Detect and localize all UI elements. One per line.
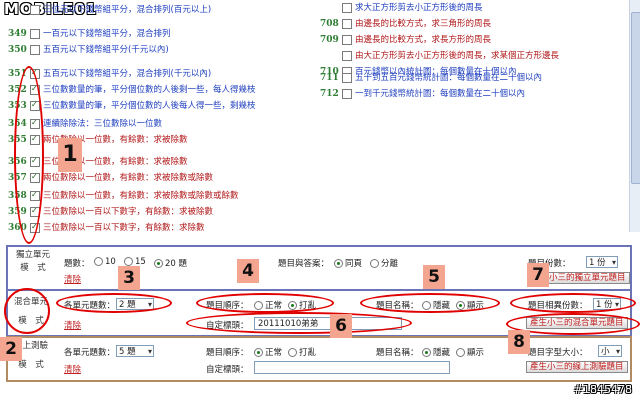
radio-icon [370, 259, 379, 268]
topic-label: 五十到五百元錢幣統計圖：每個數量在二十個以內 [355, 73, 543, 83]
annotation-badge-8: 8 [508, 330, 530, 354]
topic-row[interactable]: 三位元以下錢幣組平分，混合排列(百元以上) [8, 4, 211, 16]
topic-label: 兩位數除以一位數，有餘數：求被除數或除數 [43, 173, 214, 183]
topic-row[interactable]: 求大正方形剪去小正方形後的周長 [320, 2, 483, 14]
topic-row[interactable]: 349 一百元以下錢幣組平分，混合排列 [8, 28, 171, 40]
order-normal[interactable]: 正常 [254, 346, 282, 358]
topic-row[interactable]: 353三位數數量的筆，平分個位數的人後每人得一些，剩幾枝 [8, 99, 256, 112]
image-id-watermark: #1845478 [573, 383, 632, 396]
annotation-badge-1: 1 [58, 138, 82, 172]
topic-label: 三位數除以一百以下數字，有餘數：求被除數 [43, 207, 214, 217]
topic-label: 由邊長的比較方式，求三角形的周長 [355, 19, 492, 29]
annotation-badge-2: 2 [0, 337, 22, 361]
annotation-badge-6: 6 [330, 314, 352, 338]
annotation-ellipse-mixed-mode [4, 288, 50, 334]
topic-number: 711 [320, 73, 339, 83]
clear-link[interactable]: 清除 [64, 319, 81, 331]
topic-label: 三位數數量的筆，平分個位數的人後剩一些，每人得幾枝 [43, 85, 256, 95]
answer-layout-same-page[interactable]: 同頁 [334, 257, 362, 269]
topic-row[interactable]: 350 五百元以下錢幣組平分(千元以內) [8, 44, 169, 56]
font-size-label: 題目字型大小： [528, 348, 588, 358]
topic-label: 由邊長的比較方式，求長方形的周長 [355, 35, 492, 45]
question-count-option-20[interactable]: 20 題 [154, 257, 187, 269]
topic-number: 708 [320, 19, 339, 29]
topic-row[interactable]: 709 由邊長的比較方式，求長方形的周長 [320, 34, 491, 46]
topic-row[interactable]: 352三位數數量的筆，平分個位數的人後剩一些，每人得幾枝 [8, 83, 256, 96]
checkbox[interactable] [342, 18, 352, 29]
checkbox[interactable] [30, 4, 40, 15]
order-label: 題目順序： [206, 348, 249, 358]
topic-label: 三位元以下錢幣組平分，混合排列(百元以上) [43, 5, 212, 15]
question-count-label: 題數： [64, 259, 90, 269]
clear-link[interactable]: 清除 [64, 363, 81, 375]
topic-label: 五百元以下錢幣組平分，混合排列(千元以內) [43, 69, 212, 79]
checkbox[interactable] [30, 28, 40, 39]
radio-icon [94, 257, 103, 266]
annotation-ellipse-unit-count [56, 293, 172, 313]
independent-unit-label: 獨立單元 模 式 [12, 249, 54, 275]
annotation-badge-4: 4 [237, 259, 259, 283]
radio-selected-icon [254, 348, 263, 357]
topic-label: 三位數除以一位數，有餘數：求被除數或除數或餘數 [43, 191, 239, 201]
unit-count-select[interactable]: 5 題 [116, 345, 154, 358]
answer-layout-separate[interactable]: 分離 [370, 257, 398, 269]
radio-icon [456, 348, 465, 357]
font-size-select[interactable]: 小 [598, 345, 622, 358]
title-name-label: 題目名稱： [376, 348, 419, 358]
checkbox[interactable] [30, 44, 40, 55]
annotation-ellipse-copies [510, 293, 636, 313]
topic-label: 三位數數量的筆，平分個位數的人後每人得一些，剩幾枝 [43, 101, 256, 111]
title-name-show[interactable]: 顯示 [456, 346, 484, 358]
topic-row[interactable]: 708 由邊長的比較方式，求三角形的周長 [320, 18, 491, 30]
topic-number: 709 [320, 35, 339, 45]
annotation-ellipse-custom-header [186, 312, 412, 334]
topic-label: 連續除除法：三位數除以一位數 [43, 119, 163, 129]
annotation-badge-3: 3 [118, 266, 140, 290]
unit-count-label: 各單元題數： [64, 348, 116, 358]
checkbox[interactable] [342, 50, 352, 61]
topic-row[interactable]: 351五百元以下錢幣組平分，混合排列(千元以內) [8, 67, 212, 80]
answer-layout-label: 題目與答案： [278, 259, 330, 269]
topic-label: 求大正方形剪去小正方形後的周長 [355, 3, 483, 13]
custom-header-input[interactable] [254, 361, 450, 374]
radio-icon [288, 348, 297, 357]
topic-row[interactable]: 由大正方形剪去小正方形後的周長，求某個正方形邊長 [320, 50, 559, 62]
order-shuffle[interactable]: 打亂 [288, 346, 316, 358]
mode-label-line1: 獨立單元 [15, 250, 50, 260]
checkbox[interactable] [342, 72, 352, 83]
topic-label: 五百元以下錢幣組平分(千元以內) [43, 45, 169, 55]
topic-label: 一到千元錢幣統計圖：每個數量在二十個以內 [355, 89, 526, 99]
vertical-scrollbar[interactable] [629, 0, 640, 232]
clear-link[interactable]: 清除 [64, 273, 81, 285]
annotation-ellipse-order [196, 293, 334, 313]
copies-select[interactable]: 1 份 [586, 256, 618, 269]
annotation-ellipse-title-name [360, 293, 500, 313]
radio-selected-icon [334, 259, 343, 268]
checkbox[interactable] [342, 2, 352, 13]
topic-number: 350 [8, 45, 27, 55]
scrollbar-thumb[interactable] [631, 12, 640, 184]
generate-online-button[interactable]: 產生小三的線上測驗題目 [526, 361, 628, 373]
annotation-ellipse-checked-items [14, 66, 44, 244]
radio-selected-icon [154, 259, 163, 268]
topic-row[interactable]: 712 一到千元錢幣統計圖：每個數量在二十個以內 [320, 88, 525, 100]
checkbox[interactable] [342, 88, 352, 99]
question-count-option-10[interactable]: 10 [94, 257, 116, 267]
topic-label: 一百元以下錢幣組平分，混合排列 [43, 29, 171, 39]
custom-header-label: 自定標頭： [206, 365, 249, 375]
topic-number: 712 [320, 89, 339, 99]
annotation-badge-5: 5 [423, 265, 445, 289]
mode-label-line2: 模 式 [20, 263, 46, 273]
radio-icon [124, 257, 133, 266]
topic-label: 由大正方形剪去小正方形後的周長，求某個正方形邊長 [355, 51, 560, 61]
topic-number: 349 [8, 29, 27, 39]
online-test-panel: 線上測驗 模 式 各單元題數： 5 題 題目順序： 正常 打亂 題目名稱： 隱藏… [6, 336, 632, 382]
title-name-hide[interactable]: 隱藏 [422, 346, 450, 358]
topic-row[interactable]: 711 五十到五百元錢幣統計圖：每個數量在二十個以內 [320, 72, 542, 84]
checkbox[interactable] [342, 34, 352, 45]
radio-selected-icon [422, 348, 431, 357]
annotation-badge-7: 7 [527, 263, 549, 287]
topic-label: 三位數除以一百以下數字，有餘數：求除數 [43, 223, 205, 233]
